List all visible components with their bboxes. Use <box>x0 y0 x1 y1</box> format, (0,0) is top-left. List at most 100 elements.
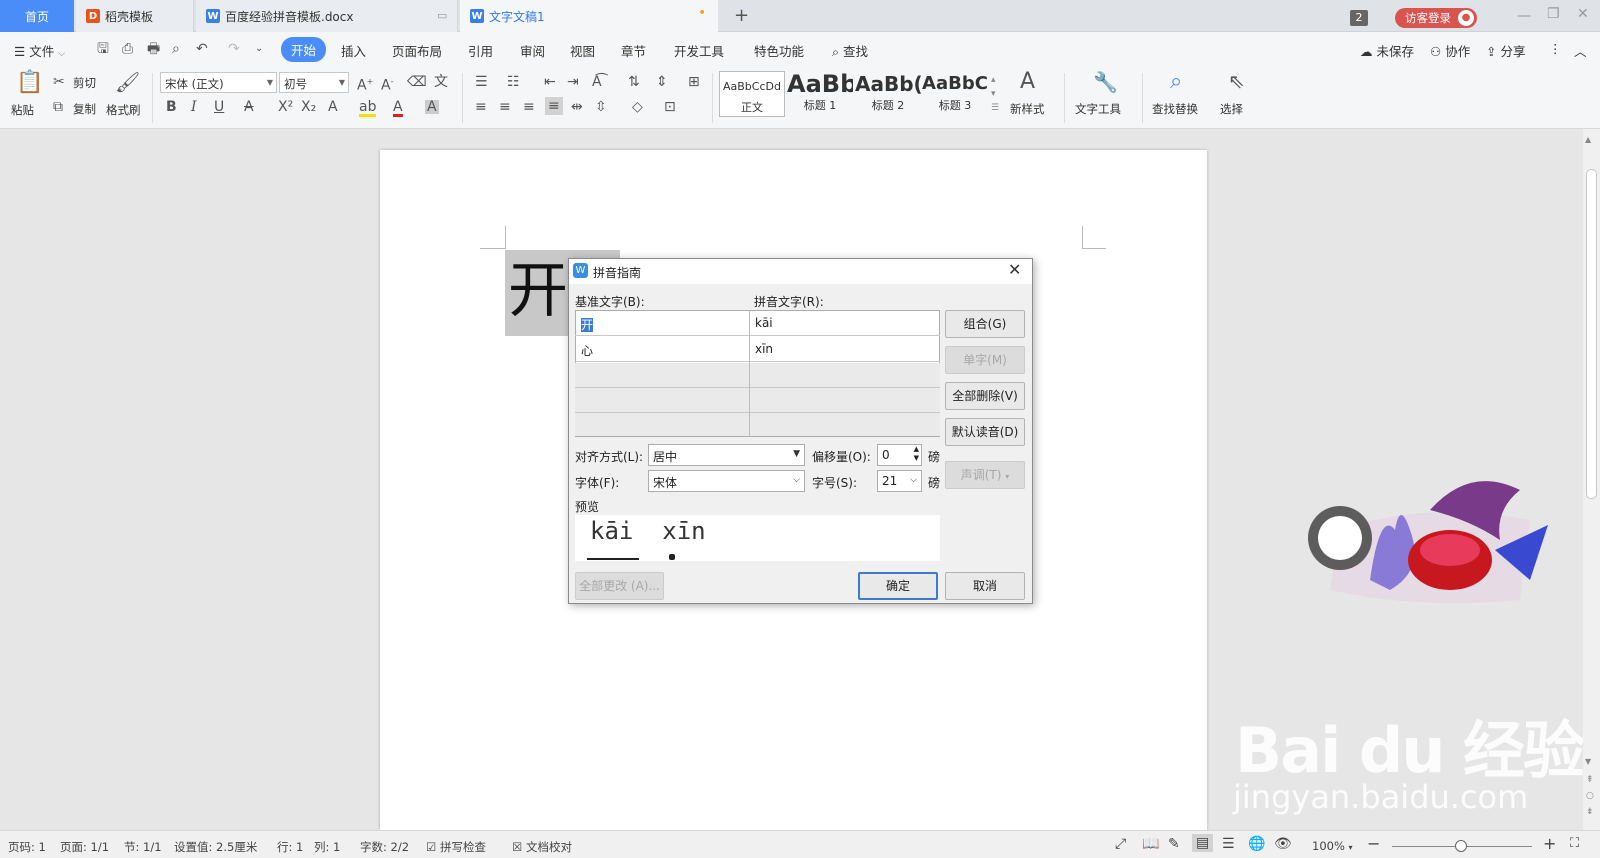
underline-icon[interactable]: U <box>214 100 224 114</box>
align-right-icon[interactable]: ≡ <box>523 100 535 114</box>
line-spacing-icon[interactable]: ⇕ <box>656 75 668 89</box>
font-select[interactable]: 宋体 ⌵ <box>648 470 805 492</box>
ruby-cell[interactable]: xīn <box>751 337 936 362</box>
new-style-button[interactable]: 新样式 <box>1010 101 1045 117</box>
change-all-button[interactable]: 全部更改 (A)... <box>575 572 664 600</box>
cancel-button[interactable]: 取消 <box>945 572 1025 600</box>
group-button[interactable]: 组合(G) <box>945 310 1025 338</box>
status-page[interactable]: 页码: 1 <box>8 839 46 855</box>
scissors-icon[interactable]: ✂ <box>53 75 65 89</box>
style-normal[interactable]: AaBbCcDd 正文 <box>719 71 785 117</box>
scrollbar-thumb[interactable] <box>1586 169 1597 499</box>
styles-scroll-icon[interactable]: ▴ ▾ ☰ <box>991 73 999 115</box>
style-heading3[interactable]: AaBbC 标题 3 <box>922 71 988 117</box>
zoom-slider-handle[interactable] <box>1455 840 1467 852</box>
increase-indent-icon[interactable]: ⇥ <box>567 75 579 89</box>
collapse-ribbon-icon[interactable]: ︿ <box>1574 41 1587 60</box>
char-shading-icon[interactable]: A <box>425 100 439 114</box>
align-center-icon[interactable]: ≡ <box>499 100 511 114</box>
menu-home[interactable]: 开始 <box>281 37 327 62</box>
text-direction-icon[interactable]: A͡ <box>592 75 602 89</box>
bold-icon[interactable]: B <box>166 100 177 114</box>
shrink-font-icon[interactable]: A- <box>381 75 393 93</box>
distribute-icon[interactable]: ⇹ <box>571 100 583 114</box>
italic-icon[interactable]: I <box>191 100 197 114</box>
align-select[interactable]: 居中 ▼ <box>648 444 805 466</box>
web-view-icon[interactable]: 🌐 <box>1248 836 1265 852</box>
eraser-icon[interactable]: ⌫ <box>407 75 427 89</box>
menu-view[interactable]: 视图 <box>570 41 595 60</box>
zoom-out-icon[interactable]: − <box>1367 834 1380 853</box>
menu-layout[interactable]: 页面布局 <box>392 41 442 60</box>
fit-window-icon[interactable]: ⛶ <box>1570 836 1579 851</box>
vertical-scrollbar[interactable]: ▲ ▼ ⇞ ○ ⇟ <box>1583 129 1600 830</box>
collab-button[interactable]: ⚇ 协作 <box>1430 41 1470 60</box>
highlight-icon[interactable]: ab <box>359 100 377 117</box>
text-effect-icon[interactable]: A <box>328 100 338 114</box>
shading-icon[interactable]: ◇ <box>632 100 643 114</box>
status-row[interactable]: 行: 1 <box>277 839 303 855</box>
sort-icon[interactable]: ⇅ <box>628 75 640 89</box>
tab-home[interactable]: 首页 <box>0 0 74 32</box>
copy-icon[interactable]: ⧉ <box>53 100 63 114</box>
cursor-icon[interactable]: ⇖ <box>1228 71 1245 91</box>
wrench-icon[interactable]: 🔧 <box>1093 72 1118 92</box>
base-cell[interactable] <box>577 363 747 388</box>
ruby-cell[interactable] <box>751 388 936 413</box>
print-preview-icon[interactable]: ⌕ <box>172 42 180 56</box>
paste-icon[interactable]: 📋 <box>16 72 43 94</box>
tab-current-doc[interactable]: W 文字文稿1 • <box>460 0 718 32</box>
customize-icon[interactable]: ⌄ <box>255 42 263 56</box>
tab-doc-template[interactable]: W 百度经验拼音模板.docx ▭ <box>196 0 458 32</box>
base-cell[interactable]: 开 <box>577 311 747 336</box>
size-select[interactable]: 21 ⌵ <box>877 470 922 492</box>
stepper-arrows-icon[interactable]: ▲ ▼ <box>914 445 919 463</box>
scroll-up-icon[interactable]: ▲ <box>1585 135 1591 144</box>
tab-docer[interactable]: D 稻壳模板 <box>76 0 194 32</box>
status-col[interactable]: 列: 1 <box>314 839 340 855</box>
redo-icon[interactable]: ↷ <box>228 42 240 56</box>
font-color-icon[interactable]: A <box>393 100 403 117</box>
base-cell[interactable] <box>577 413 747 438</box>
ruby-cell[interactable] <box>751 363 936 388</box>
share-button[interactable]: ⇪ 分享 <box>1486 41 1525 60</box>
minimize-icon[interactable]: — <box>1517 8 1531 24</box>
menu-references[interactable]: 引用 <box>468 41 493 60</box>
undo-icon[interactable]: ↶ <box>196 42 208 56</box>
single-char-button[interactable]: 单字(M) <box>945 346 1025 374</box>
bullet-list-icon[interactable]: ☰ <box>475 75 488 89</box>
base-cell[interactable] <box>577 388 747 413</box>
close-window-icon[interactable]: ✕ <box>1577 6 1589 22</box>
status-section[interactable]: 节: 1/1 <box>124 839 162 855</box>
table-border-icon[interactable]: ⊞ <box>688 75 700 89</box>
decrease-indent-icon[interactable]: ⇤ <box>544 75 556 89</box>
menu-search[interactable]: ⌕ 查找 <box>832 41 868 60</box>
status-pages[interactable]: 页面: 1/1 <box>60 839 109 855</box>
tone-button[interactable]: 声调(T) ▾ <box>945 461 1025 489</box>
font-size-select[interactable]: 初号 ▼ <box>279 72 349 93</box>
new-style-icon[interactable]: A <box>1020 71 1035 93</box>
ruby-cell[interactable]: kāi <box>751 311 936 336</box>
style-heading2[interactable]: AaBb( 标题 2 <box>855 71 921 117</box>
prev-page-icon[interactable]: ⇞ <box>1586 775 1594 785</box>
justify-icon[interactable]: ≡ <box>545 97 563 115</box>
cut-button[interactable]: 剪切 <box>73 75 96 91</box>
text-tools-button[interactable]: 文字工具 <box>1075 101 1121 117</box>
eye-protect-icon[interactable]: 👁 <box>1274 836 1292 852</box>
output-icon[interactable]: ⎙ <box>122 42 133 56</box>
find-replace-button[interactable]: 查找替换 <box>1152 101 1198 117</box>
read-mode-icon[interactable]: 📖 <box>1142 836 1159 852</box>
menu-chapter[interactable]: 章节 <box>621 41 646 60</box>
superscript-icon[interactable]: X² <box>278 100 293 114</box>
paste-button[interactable]: 粘贴 <box>11 102 34 118</box>
format-painter-icon[interactable]: 🖌 <box>115 72 140 92</box>
borders-icon[interactable]: ⊡ <box>664 100 676 114</box>
save-icon[interactable]: 🖫 <box>97 42 109 56</box>
fullscreen-icon[interactable]: ⤢ <box>1115 836 1126 852</box>
window-count-badge[interactable]: 2 <box>1350 10 1368 26</box>
write-mode-icon[interactable]: ✎ <box>1168 836 1180 852</box>
scroll-down-icon[interactable]: ▼ <box>1585 757 1591 766</box>
select-button[interactable]: 选择 <box>1220 101 1243 117</box>
outline-view-icon[interactable]: ☰ <box>1222 836 1235 852</box>
copy-button[interactable]: 复制 <box>73 101 96 117</box>
